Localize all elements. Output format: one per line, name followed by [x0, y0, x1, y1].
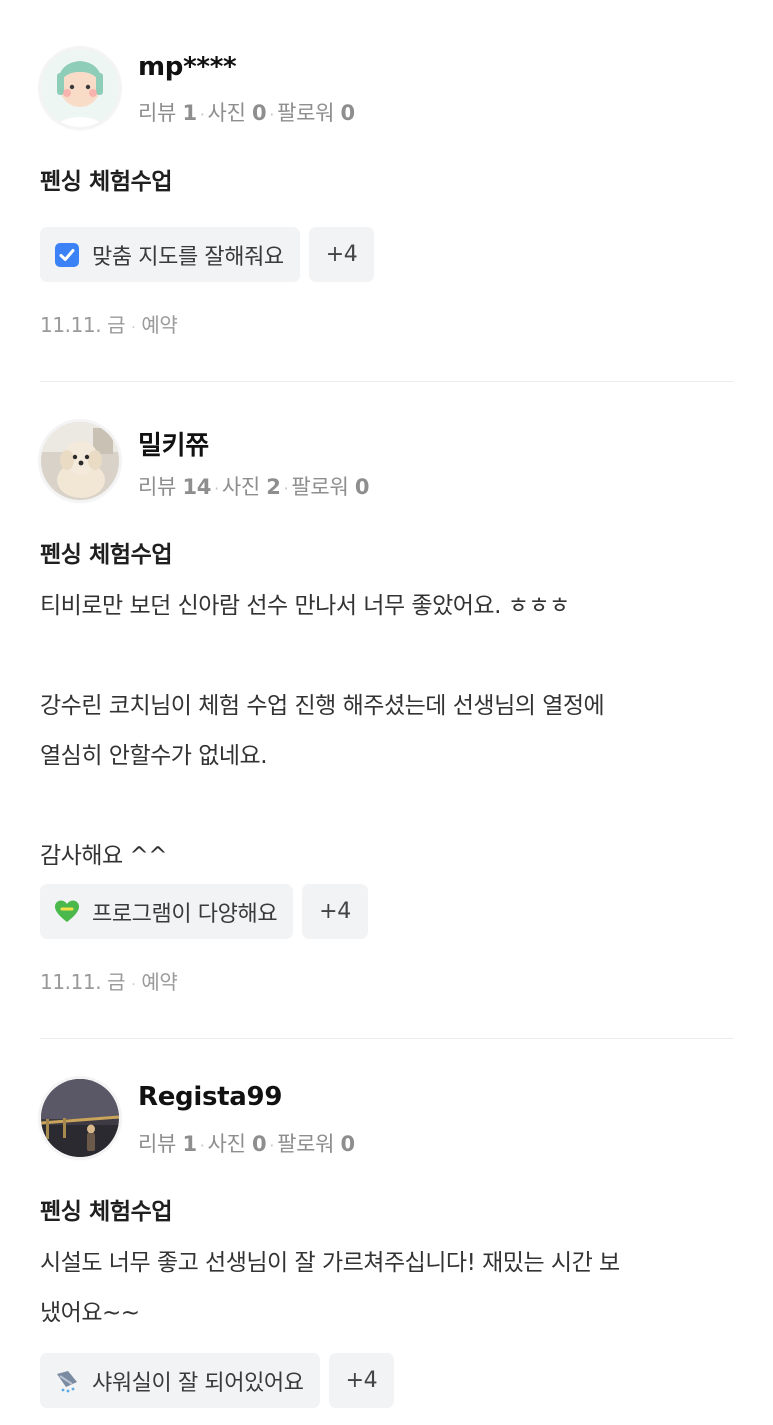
follower-label: 팔로워	[277, 1132, 335, 1156]
follower-label: 팔로워	[277, 101, 335, 125]
more-tags-button[interactable]: +4	[302, 884, 368, 939]
review-label: 리뷰	[138, 1132, 177, 1156]
visit-date: 11.11. 금	[40, 313, 126, 337]
photo-count: 0	[251, 101, 267, 125]
tag-label: 프로그램이 다양해요	[92, 901, 278, 927]
user-stats: 리뷰 1 · 사진 0 · 팔로워 0	[138, 97, 355, 127]
keyword-tag[interactable]: 프로그램이 다양해요	[40, 884, 294, 939]
separator-dot: ·	[127, 977, 140, 993]
separator-dot: ·	[127, 320, 140, 336]
tag-row: 샤워실이 잘 되어있어요 +4	[40, 1353, 395, 1408]
separator-dot: ·	[214, 479, 219, 498]
more-tags-button[interactable]: +4	[328, 1353, 395, 1408]
photo-label: 사진	[207, 1132, 246, 1156]
photo-count: 0	[251, 1132, 267, 1156]
visit-meta: 11.11. 금 · 예약	[40, 966, 178, 995]
tag-row: 프로그램이 다양해요 +4	[40, 884, 368, 939]
tag-label: 샤워실이 잘 되어있어요	[92, 1370, 304, 1396]
divider	[40, 1038, 733, 1039]
visit-date: 11.11. 금	[40, 970, 126, 994]
avatar[interactable]	[41, 1079, 119, 1157]
checkmark-box-icon	[55, 242, 79, 267]
user-stats: 리뷰 14 · 사진 2 · 팔로워 0	[138, 471, 369, 501]
user-stats: 리뷰 1 · 사진 0 · 팔로워 0	[138, 1128, 355, 1158]
review-label: 리뷰	[138, 101, 177, 125]
review-body[interactable]: 시설도 너무 좋고 선생님이 잘 가르쳐주십니다! 재밌는 시간 보 냈어요~~	[40, 1238, 740, 1338]
user-name[interactable]: Regista99	[138, 1082, 282, 1112]
tag-label: 맞춤 지도를 잘해줘요	[92, 244, 284, 270]
visit-type: 예약	[141, 970, 178, 994]
review-count: 1	[182, 101, 197, 125]
visit-type: 예약	[141, 313, 178, 337]
keyword-tag[interactable]: 맞춤 지도를 잘해줘요	[40, 227, 300, 282]
avatar[interactable]	[41, 49, 119, 127]
review-body[interactable]: 티비로만 보던 신아람 선수 만나서 너무 좋았어요. ㅎㅎㅎ 강수린 코치님이…	[40, 581, 740, 881]
follower-count: 0	[354, 475, 370, 499]
night-bridge-photo-icon	[41, 1079, 119, 1157]
review-list: mp**** 리뷰 1 · 사진 0 · 팔로워 0 펜싱 체험수업 맞춤 지도를 잘해…	[0, 0, 773, 1425]
review-title: 펜싱 체험수업	[40, 542, 173, 568]
follower-count: 0	[340, 1132, 356, 1156]
photo-label: 사진	[221, 475, 260, 499]
review-title: 펜싱 체험수업	[40, 1199, 173, 1225]
dog-photo-icon	[41, 422, 119, 500]
avatar[interactable]	[41, 422, 119, 500]
review-label: 리뷰	[138, 475, 177, 499]
separator-dot: ·	[283, 479, 289, 498]
review-title: 펜싱 체험수업	[40, 169, 173, 195]
separator-dot: ·	[199, 105, 205, 124]
more-tags-button[interactable]: +4	[308, 227, 375, 282]
shower-icon	[57, 1370, 77, 1392]
user-name[interactable]: mp****	[138, 52, 237, 82]
visit-meta: 11.11. 금 · 예약	[40, 309, 178, 338]
review-count: 14	[182, 475, 212, 499]
user-name[interactable]: 밀키쮸	[138, 425, 209, 462]
divider	[40, 381, 733, 382]
tag-row: 맞춤 지도를 잘해줘요 +4	[40, 227, 375, 282]
photo-count: 2	[266, 475, 281, 499]
follower-count: 0	[340, 101, 356, 125]
separator-dot: ·	[199, 1136, 205, 1155]
separator-dot: ·	[269, 105, 275, 124]
follower-label: 팔로워	[291, 475, 349, 499]
photo-label: 사진	[207, 101, 246, 125]
user-avatar-illustration-icon	[41, 49, 119, 127]
separator-dot: ·	[269, 1136, 275, 1155]
keyword-tag[interactable]: 샤워실이 잘 되어있어요	[40, 1353, 320, 1408]
review-count: 1	[182, 1132, 197, 1156]
green-heart-icon	[55, 900, 79, 922]
